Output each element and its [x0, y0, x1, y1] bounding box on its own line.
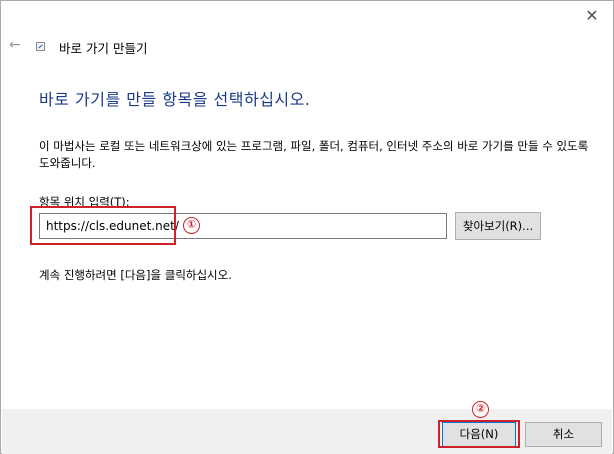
- intro-text: 이 마법사는 로컬 또는 네트워크상에 있는 프로그램, 파일, 폴더, 컴퓨터…: [39, 139, 589, 170]
- close-icon[interactable]: ✕: [583, 7, 601, 25]
- browse-button[interactable]: 찾아보기(R)...: [455, 212, 541, 240]
- instruction-text: 계속 진행하려면 [다음]을 클릭하십시오.: [39, 268, 232, 282]
- cancel-button[interactable]: 취소: [525, 422, 602, 447]
- page-heading: 바로 가기를 만들 항목을 선택하십시오.: [39, 90, 311, 109]
- button-bar: [2, 409, 612, 454]
- shortcut-icon: [36, 42, 45, 51]
- create-shortcut-window: ✕ ← 바로 가기 만들기 바로 가기를 만들 항목을 선택하십시오. 이 마법…: [0, 0, 614, 454]
- back-arrow-icon[interactable]: ←: [9, 37, 25, 53]
- location-input[interactable]: https://cls.edunet.net/: [39, 213, 447, 239]
- window-title: 바로 가기 만들기: [59, 41, 148, 56]
- location-field-label: 항목 위치 입력(T):: [39, 195, 130, 209]
- annotation-badge-step2: ②: [472, 401, 489, 418]
- next-button[interactable]: 다음(N): [442, 422, 516, 447]
- annotation-badge-step1: ①: [183, 217, 200, 234]
